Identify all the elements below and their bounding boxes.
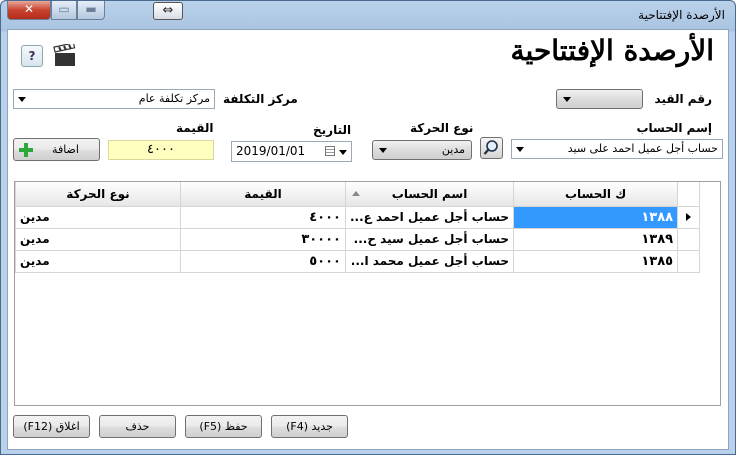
account-code-cell[interactable]: ١٣٨٩ bbox=[513, 227, 679, 251]
close-button[interactable]: اغلاق (F12) bbox=[13, 415, 90, 438]
calendar-icon[interactable] bbox=[325, 146, 335, 156]
help-icon[interactable]: ? bbox=[21, 45, 43, 67]
movement-type-cell[interactable]: مدين bbox=[15, 249, 181, 273]
video-tutorial-icon[interactable] bbox=[53, 44, 77, 68]
cost-center-select[interactable]: مركز تكلفة عام bbox=[13, 89, 215, 109]
amount-label: القيمة bbox=[176, 121, 214, 135]
plus-icon bbox=[19, 143, 33, 157]
grid-header-row: ك الحساب اسم الحساب القيمة نوع الحركة bbox=[15, 182, 701, 207]
movement-type-select[interactable]: مدين bbox=[372, 140, 472, 160]
table-row[interactable]: ١٣٨٨ حساب أجل عميل احمد ع... ٤٠٠٠ مدين bbox=[15, 205, 701, 229]
column-header-account-name-label: اسم الحساب bbox=[391, 186, 468, 201]
chevron-down-icon[interactable] bbox=[339, 150, 347, 155]
row-pointer-icon bbox=[686, 213, 692, 221]
balances-grid: ك الحساب اسم الحساب القيمة نوع الحركة ١٣… bbox=[14, 181, 721, 406]
entry-number-select[interactable] bbox=[556, 89, 643, 109]
current-row-marker[interactable] bbox=[677, 206, 701, 229]
balances-table: ك الحساب اسم الحساب القيمة نوع الحركة ١٣… bbox=[15, 182, 701, 273]
page-title: الأرصدة الإفتتاحية bbox=[510, 34, 715, 67]
column-header-amount[interactable]: القيمة bbox=[180, 182, 346, 207]
entry-number-label: رقم القيد bbox=[654, 92, 712, 106]
account-name-label: إسم الحساب bbox=[636, 121, 712, 135]
row-header[interactable] bbox=[677, 228, 701, 251]
column-header-movement-type[interactable]: نوع الحركة bbox=[15, 182, 181, 207]
chevron-down-icon bbox=[563, 97, 571, 102]
account-search-button[interactable] bbox=[480, 137, 503, 159]
column-header-account-name[interactable]: اسم الحساب bbox=[344, 182, 515, 207]
account-name-select[interactable]: حساب أجل عميل احمد على سيد bbox=[511, 139, 723, 159]
date-label: التاريخ bbox=[313, 123, 352, 137]
account-name-cell[interactable]: حساب أجل عميل محمد ا... bbox=[344, 249, 515, 273]
column-header-account-code[interactable]: ك الحساب bbox=[513, 182, 679, 207]
date-value: 2019/01/01 bbox=[236, 144, 306, 158]
chevron-down-icon bbox=[379, 148, 387, 153]
date-picker[interactable]: 2019/01/01 bbox=[231, 141, 352, 162]
new-button[interactable]: جديد (F4) bbox=[271, 415, 348, 438]
chevron-down-icon bbox=[516, 147, 524, 152]
account-name-cell[interactable]: حساب أجل عميل احمد ع... bbox=[344, 205, 515, 229]
add-button-label: اضافة bbox=[52, 143, 79, 156]
account-name-cell[interactable]: حساب أجل عميل سيد ح... bbox=[344, 227, 515, 251]
window-title: الأرصدة الإفتتاحية bbox=[638, 8, 725, 22]
amount-cell[interactable]: ٤٠٠٠ bbox=[180, 205, 346, 229]
table-row[interactable]: ١٣٨٥ حساب أجل عميل محمد ا... ٥٠٠٠ مدين bbox=[15, 249, 701, 273]
row-header[interactable] bbox=[677, 250, 701, 273]
delete-button[interactable]: حذف bbox=[99, 415, 176, 438]
movement-type-value: مدين bbox=[441, 143, 465, 156]
close-window-button[interactable]: ✕ bbox=[7, 1, 51, 20]
app-window: ✕ ▭ ▬ ⇔ الأرصدة الإفتتاحية الأرصدة الإفت… bbox=[0, 0, 736, 455]
chevron-down-icon bbox=[18, 97, 26, 102]
form-body: الأرصدة الإفتتاحية ? رقم القيد مركز التك… bbox=[7, 29, 729, 450]
movement-type-cell[interactable]: مدين bbox=[15, 205, 181, 229]
search-icon bbox=[483, 140, 498, 155]
maximize-window-button[interactable]: ▭ bbox=[51, 1, 77, 20]
table-row[interactable]: ١٣٨٩ حساب أجل عميل سيد ح... ٣٠٠٠٠ مدين bbox=[15, 227, 701, 251]
swap-layout-button[interactable]: ⇔ bbox=[153, 2, 183, 20]
row-header-corner bbox=[677, 182, 701, 207]
account-name-value: حساب أجل عميل احمد على سيد bbox=[567, 142, 718, 155]
cost-center-value: مركز تكلفة عام bbox=[138, 92, 210, 105]
cost-center-label: مركز التكلفة bbox=[223, 92, 298, 106]
account-code-cell[interactable]: ١٣٨٥ bbox=[513, 249, 679, 273]
amount-cell[interactable]: ٥٠٠٠ bbox=[180, 249, 346, 273]
save-button[interactable]: حفظ (F5) bbox=[185, 415, 262, 438]
amount-input[interactable]: ٤٠٠٠ bbox=[108, 140, 214, 160]
add-button[interactable]: اضافة bbox=[13, 138, 100, 161]
movement-type-cell[interactable]: مدين bbox=[15, 227, 181, 251]
sort-ascending-icon bbox=[352, 191, 360, 196]
movement-type-label: نوع الحركة bbox=[410, 121, 474, 135]
title-bar: ✕ ▭ ▬ ⇔ الأرصدة الإفتتاحية bbox=[1, 1, 735, 29]
account-code-cell[interactable]: ١٣٨٨ bbox=[513, 205, 679, 229]
minimize-window-button[interactable]: ▬ bbox=[77, 1, 105, 20]
amount-cell[interactable]: ٣٠٠٠٠ bbox=[180, 227, 346, 251]
